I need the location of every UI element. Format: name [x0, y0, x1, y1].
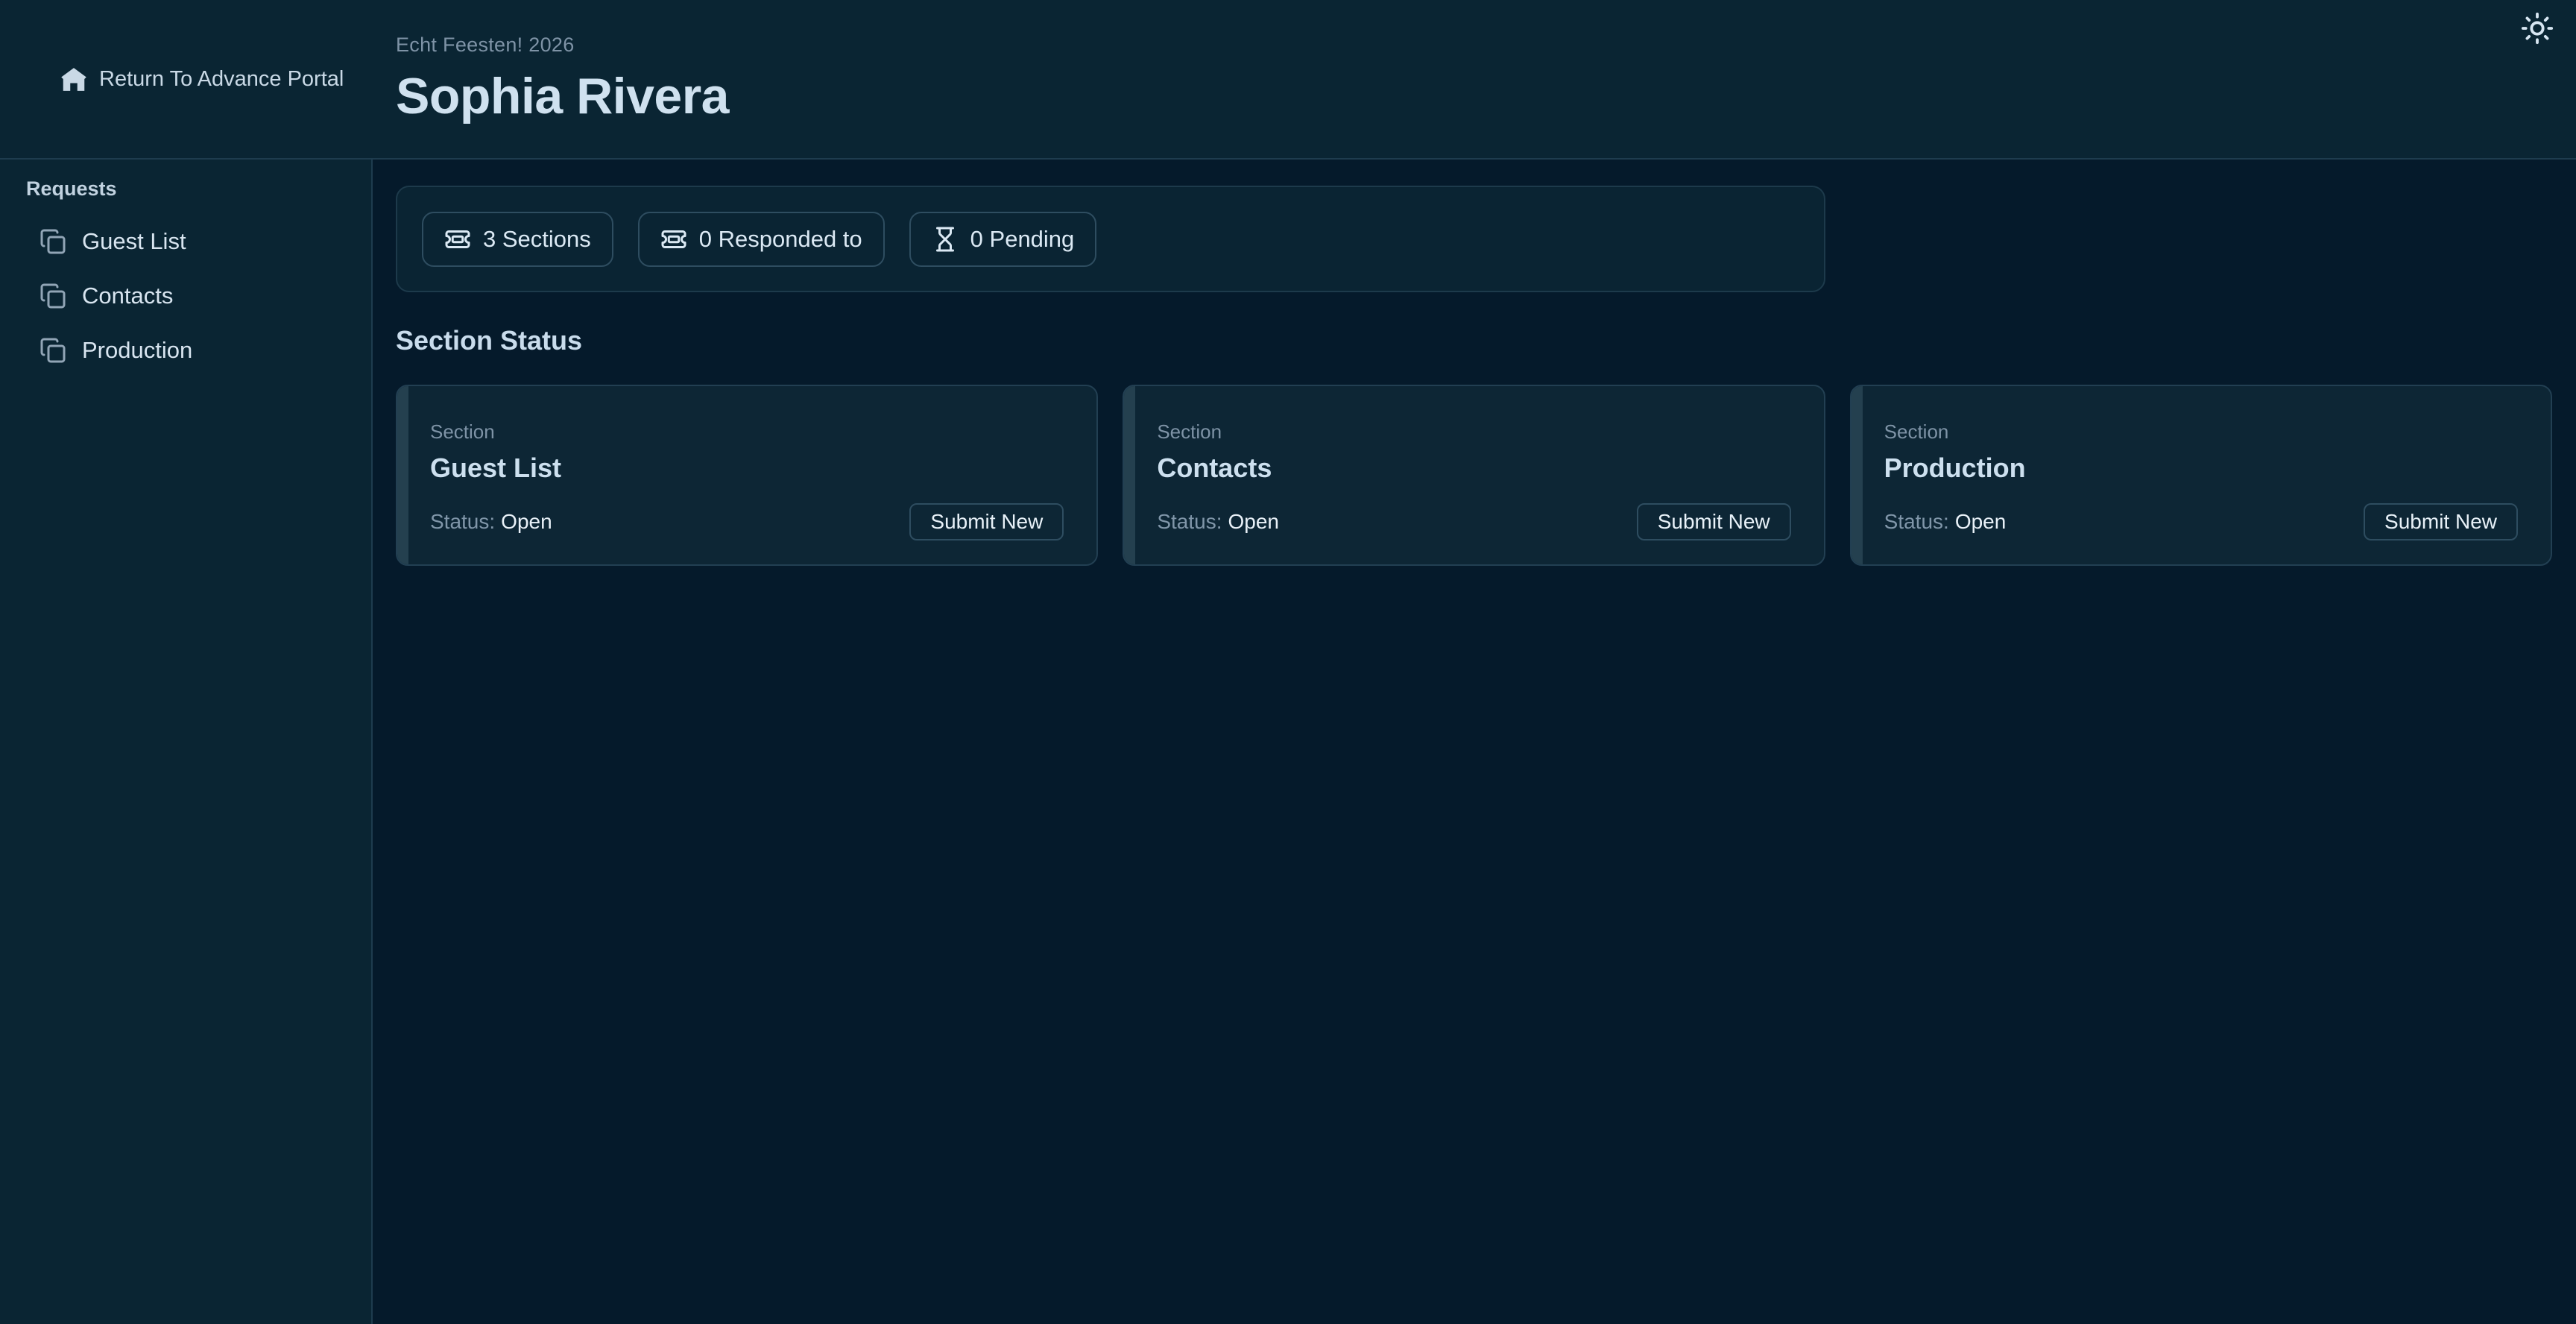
top-bar: Return To Advance Portal Echt Feesten! 2… [0, 0, 2576, 160]
pending-count-chip[interactable]: 0 Pending [909, 212, 1097, 267]
sidebar-item-label: Guest List [82, 228, 186, 255]
card-accent-bar [397, 386, 408, 564]
card-accent-bar [1124, 386, 1135, 564]
copy-icon [40, 337, 66, 364]
event-name: Echt Feesten! 2026 [396, 34, 2576, 57]
section-card-production: Section Production Status: Open Submit Ne… [1850, 385, 2552, 566]
page-title: Sophia Rivera [396, 67, 2576, 125]
submit-new-button[interactable]: Submit New [2364, 503, 2518, 540]
responded-count-chip[interactable]: 0 Responded to [638, 212, 885, 267]
card-status: Status: Open [430, 510, 552, 534]
status-label: Status: [430, 510, 495, 533]
card-accent-bar [1852, 386, 1863, 564]
submit-new-button[interactable]: Submit New [1637, 503, 1791, 540]
sidebar: Requests Guest List Contacts [0, 160, 373, 1324]
ticket-icon [444, 226, 471, 253]
section-card-contacts: Section Contacts Status: Open Submit New [1123, 385, 1825, 566]
section-card-guest-list: Section Guest List Status: Open Submit Ne… [396, 385, 1098, 566]
sections-count-label: 3 Sections [483, 226, 591, 253]
card-title: Contacts [1157, 453, 1790, 484]
ticket-icon [660, 226, 687, 253]
card-bottom-row: Status: Open Submit New [1157, 503, 1790, 540]
home-icon [60, 65, 88, 93]
top-bar-left: Return To Advance Portal [0, 0, 373, 158]
sidebar-item-guest-list[interactable]: Guest List [26, 214, 371, 268]
submit-new-button[interactable]: Submit New [909, 503, 1064, 540]
status-label: Status: [1157, 510, 1222, 533]
card-status: Status: Open [1884, 510, 2007, 534]
card-kicker: Section [1884, 420, 2518, 444]
sun-icon [2520, 11, 2554, 45]
app-root: Return To Advance Portal Echt Feesten! 2… [0, 0, 2576, 1324]
sidebar-item-production[interactable]: Production [26, 323, 371, 377]
copy-icon [40, 228, 66, 255]
card-title: Guest List [430, 453, 1064, 484]
status-label: Status: [1884, 510, 1949, 533]
sidebar-nav-list: Guest List Contacts Production [26, 214, 371, 377]
sidebar-item-label: Production [82, 337, 192, 364]
return-link-label: Return To Advance Portal [99, 67, 344, 92]
page-header: Echt Feesten! 2026 Sophia Rivera [373, 0, 2576, 158]
body-row: Requests Guest List Contacts [0, 160, 2576, 1324]
card-kicker: Section [430, 420, 1064, 444]
return-to-portal-link[interactable]: Return To Advance Portal [60, 65, 344, 93]
sidebar-item-contacts[interactable]: Contacts [26, 268, 371, 323]
card-status: Status: Open [1157, 510, 1279, 534]
sidebar-section-label: Requests [26, 177, 371, 201]
status-value: Open [1955, 510, 2007, 533]
sections-count-chip[interactable]: 3 Sections [422, 212, 613, 267]
stats-summary-card: 3 Sections 0 Responded to 0 Pending [396, 186, 1825, 292]
card-title: Production [1884, 453, 2518, 484]
copy-icon [40, 283, 66, 309]
main-content: 3 Sections 0 Responded to 0 Pending [373, 160, 2576, 1324]
card-bottom-row: Status: Open Submit New [1884, 503, 2518, 540]
status-value: Open [1228, 510, 1280, 533]
theme-toggle-button[interactable] [2518, 9, 2557, 48]
card-bottom-row: Status: Open Submit New [430, 503, 1064, 540]
status-value: Open [501, 510, 552, 533]
card-kicker: Section [1157, 420, 1790, 444]
hourglass-icon [932, 226, 959, 253]
pending-count-label: 0 Pending [970, 226, 1075, 253]
responded-count-label: 0 Responded to [699, 226, 862, 253]
section-cards-grid: Section Guest List Status: Open Submit Ne… [396, 385, 2552, 566]
sidebar-item-label: Contacts [82, 283, 173, 309]
section-status-heading: Section Status [396, 325, 2552, 356]
